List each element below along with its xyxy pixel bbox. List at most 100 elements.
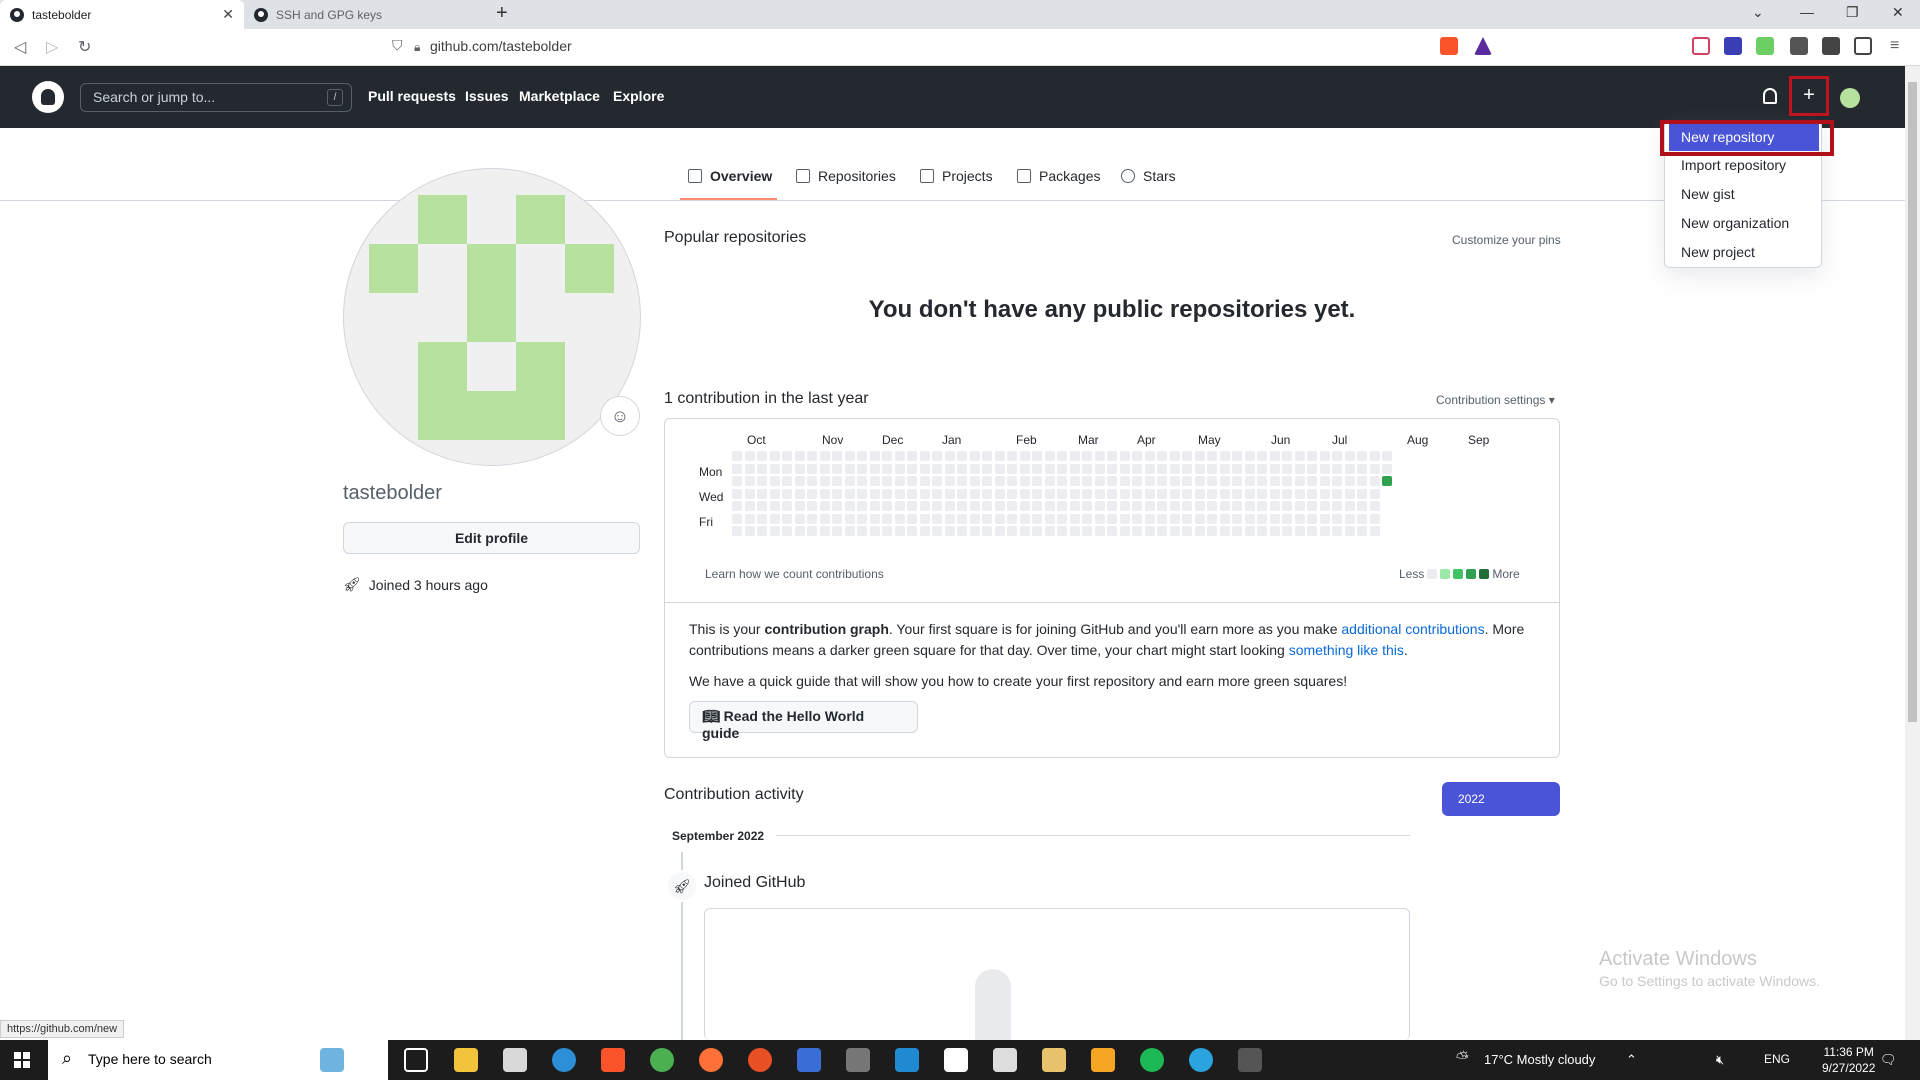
contribution-day-cell[interactable] bbox=[744, 501, 755, 511]
contribution-day-cell[interactable] bbox=[794, 451, 805, 461]
contribution-day-cell[interactable] bbox=[1357, 513, 1367, 524]
contribution-day-cell[interactable] bbox=[832, 501, 842, 511]
contribution-day-cell[interactable] bbox=[1007, 501, 1017, 511]
contribution-day-cell[interactable] bbox=[982, 476, 992, 486]
contribution-day-cell[interactable] bbox=[969, 488, 980, 499]
contribution-day-cell[interactable] bbox=[957, 513, 967, 524]
contribution-day-cell[interactable] bbox=[832, 451, 842, 461]
telegram-icon[interactable] bbox=[1189, 1048, 1213, 1072]
contribution-day-cell[interactable] bbox=[1182, 463, 1192, 474]
contribution-day-cell[interactable] bbox=[982, 463, 992, 474]
contribution-day-cell[interactable] bbox=[1282, 513, 1292, 524]
contribution-day-cell[interactable] bbox=[919, 476, 930, 486]
contribution-day-cell[interactable] bbox=[932, 501, 942, 511]
contribution-day-cell[interactable] bbox=[1294, 501, 1305, 511]
contribution-day-cell[interactable] bbox=[919, 488, 930, 499]
contribution-day-cell[interactable] bbox=[944, 488, 955, 499]
contribution-day-cell[interactable] bbox=[832, 476, 842, 486]
contribution-day-cell[interactable] bbox=[1269, 513, 1280, 524]
file-explorer-icon[interactable] bbox=[454, 1048, 478, 1072]
contribution-day-cell[interactable] bbox=[882, 488, 892, 499]
weather-text[interactable]: 17°C Mostly cloudy bbox=[1484, 1052, 1595, 1067]
contribution-day-cell[interactable] bbox=[982, 501, 992, 511]
contribution-day-cell[interactable] bbox=[1044, 451, 1055, 461]
contribution-day-cell[interactable] bbox=[1332, 526, 1342, 536]
contribution-day-cell[interactable] bbox=[957, 463, 967, 474]
contribution-day-cell[interactable] bbox=[1119, 526, 1130, 536]
contribution-day-cell[interactable] bbox=[1357, 476, 1367, 486]
contribution-day-cell[interactable] bbox=[1169, 488, 1180, 499]
spotify-icon[interactable] bbox=[1140, 1048, 1164, 1072]
contribution-day-cell[interactable] bbox=[1319, 501, 1330, 511]
set-status-emoji-button[interactable]: ☺ bbox=[600, 396, 640, 436]
contribution-day-cell[interactable] bbox=[1007, 488, 1017, 499]
contribution-day-cell[interactable] bbox=[1019, 526, 1030, 536]
contribution-day-cell[interactable] bbox=[1144, 488, 1155, 499]
contribution-day-cell[interactable] bbox=[1194, 501, 1205, 511]
contribution-day-cell[interactable] bbox=[782, 513, 792, 524]
tray-chevron-icon[interactable]: ⌃ bbox=[1626, 1052, 1637, 1068]
contribution-day-cell[interactable] bbox=[1182, 476, 1192, 486]
contribution-day-cell[interactable] bbox=[807, 526, 817, 536]
contribution-day-cell[interactable] bbox=[1207, 451, 1217, 461]
contribution-day-cell[interactable] bbox=[1294, 476, 1305, 486]
notifications-bell-icon[interactable] bbox=[1763, 88, 1777, 104]
contribution-day-cell[interactable] bbox=[1357, 488, 1367, 499]
contribution-day-cell[interactable] bbox=[919, 463, 930, 474]
contribution-day-cell[interactable] bbox=[919, 451, 930, 461]
contribution-day-cell[interactable] bbox=[1307, 463, 1317, 474]
contribution-day-cell[interactable] bbox=[1319, 526, 1330, 536]
contribution-day-cell[interactable] bbox=[944, 513, 955, 524]
contribution-day-cell[interactable] bbox=[1069, 476, 1080, 486]
url-field[interactable]: github.com/tastebolder bbox=[430, 38, 572, 54]
contribution-day-cell[interactable] bbox=[932, 463, 942, 474]
contribution-day-cell[interactable] bbox=[894, 451, 905, 461]
contribution-day-cell[interactable] bbox=[982, 526, 992, 536]
contribution-day-cell[interactable] bbox=[807, 451, 817, 461]
contribution-day-cell[interactable] bbox=[1194, 513, 1205, 524]
contribution-day-cell[interactable] bbox=[1007, 463, 1017, 474]
contribution-day-cell[interactable] bbox=[1232, 463, 1242, 474]
contribution-day-cell[interactable] bbox=[894, 476, 905, 486]
contribution-day-cell[interactable] bbox=[1257, 526, 1267, 536]
contribution-day-cell[interactable] bbox=[1157, 513, 1167, 524]
contribution-day-cell[interactable] bbox=[1257, 463, 1267, 474]
contribution-settings-dropdown[interactable]: Contribution settings ▾ bbox=[1436, 393, 1555, 407]
app-icon[interactable] bbox=[797, 1048, 821, 1072]
contribution-day-cell[interactable] bbox=[744, 451, 755, 461]
contribution-day-cell[interactable] bbox=[994, 463, 1005, 474]
nav-marketplace[interactable]: Marketplace bbox=[519, 88, 600, 104]
contribution-day-cell[interactable] bbox=[1294, 463, 1305, 474]
extension-icon[interactable] bbox=[1756, 37, 1774, 55]
contribution-day-cell[interactable] bbox=[1157, 501, 1167, 511]
contribution-day-cell[interactable] bbox=[1107, 526, 1117, 536]
contribution-day-cell[interactable] bbox=[1019, 488, 1030, 499]
contribution-day-cell[interactable] bbox=[1344, 513, 1355, 524]
volume-icon[interactable]: 🔇︎ bbox=[1716, 1052, 1724, 1068]
contribution-day-cell[interactable] bbox=[1332, 513, 1342, 524]
contribution-day-cell[interactable] bbox=[1382, 451, 1392, 461]
contribution-day-cell[interactable] bbox=[1319, 476, 1330, 486]
contribution-day-cell[interactable] bbox=[1082, 463, 1092, 474]
contribution-day-cell[interactable] bbox=[1269, 501, 1280, 511]
contribution-day-cell[interactable] bbox=[1119, 488, 1130, 499]
reload-icon[interactable]: ↻ bbox=[78, 37, 91, 57]
contribution-day-cell[interactable] bbox=[982, 488, 992, 499]
contribution-day-cell[interactable] bbox=[1257, 451, 1267, 461]
contribution-day-cell[interactable] bbox=[1269, 476, 1280, 486]
contribution-day-cell[interactable] bbox=[1119, 463, 1130, 474]
contribution-day-cell[interactable] bbox=[957, 526, 967, 536]
contribution-day-cell[interactable] bbox=[969, 451, 980, 461]
contribution-day-cell[interactable] bbox=[1119, 451, 1130, 461]
contribution-day-cell[interactable] bbox=[1019, 451, 1030, 461]
contribution-day-cell[interactable] bbox=[807, 501, 817, 511]
contribution-day-cell[interactable] bbox=[882, 526, 892, 536]
firefox-icon[interactable] bbox=[699, 1048, 723, 1072]
extension-icon[interactable] bbox=[1724, 37, 1742, 55]
contribution-day-cell[interactable] bbox=[1069, 501, 1080, 511]
contribution-day-cell[interactable] bbox=[1044, 463, 1055, 474]
contribution-day-cell[interactable] bbox=[1357, 451, 1367, 461]
app-icon[interactable] bbox=[1042, 1048, 1066, 1072]
contribution-day-cell[interactable] bbox=[794, 513, 805, 524]
contribution-day-cell[interactable] bbox=[1382, 463, 1392, 474]
